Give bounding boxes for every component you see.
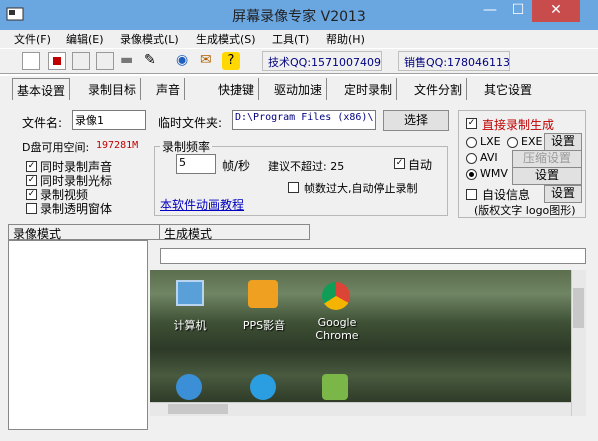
check-record-cursor[interactable]: ✓ [26, 175, 37, 186]
check-auto-label: 自动 [408, 158, 433, 172]
pps-icon[interactable] [248, 280, 278, 308]
minimize-button[interactable]: — [476, 0, 504, 22]
mail-icon[interactable]: ✉ [200, 52, 218, 70]
tab-driver[interactable]: 驱动加速 [270, 78, 328, 100]
qq-sales: 销售QQ:178046113 [404, 56, 511, 69]
compress-settings-button[interactable]: 压缩设置 [512, 150, 582, 168]
radio-exe-label: EXE [521, 135, 543, 148]
copyright-label: (版权文字 logo图形) [474, 204, 576, 217]
tab-sound[interactable]: 声音 [152, 78, 186, 100]
tempdir-input[interactable]: D:\Program Files (x86)\ [232, 110, 376, 130]
tempdir-label: 临时文件夹: [158, 116, 223, 130]
progress-track [160, 248, 586, 264]
menu-file[interactable]: 文件(F) [14, 31, 51, 47]
tutorial-link[interactable]: 本软件动画教程 [160, 196, 244, 213]
maximize-button[interactable]: ☐ [504, 0, 532, 22]
computer-icon[interactable] [176, 280, 204, 306]
chrome-icon-label: Google Chrome [315, 316, 359, 342]
radio-avi-label: AVI [480, 151, 498, 164]
computer-icon-label: 计算机 [173, 319, 207, 332]
settings-button-exe[interactable]: 设置 [544, 133, 582, 151]
settings-button-info[interactable]: 设置 [544, 185, 582, 203]
menu-record-mode[interactable]: 录像模式(L) [120, 31, 179, 47]
check-direct-record[interactable]: ✓ [466, 118, 477, 129]
radio-wmv-label: WMV [480, 167, 508, 180]
direct-record-label: 直接录制生成 [482, 118, 555, 132]
check-record-video[interactable]: ✓ [26, 189, 37, 200]
globe-icon[interactable]: ◉ [176, 52, 194, 70]
app-icon-android[interactable] [322, 374, 348, 400]
chrome-icon[interactable] [322, 282, 350, 310]
check-auto-stop[interactable] [288, 182, 299, 193]
tab-hotkey[interactable]: 快捷键 [214, 78, 260, 100]
help-icon[interactable]: ? [222, 52, 240, 70]
qq-tech: 技术QQ:1571007409 [268, 56, 382, 69]
radio-lxe[interactable] [466, 137, 477, 148]
radio-lxe-label: LXE [480, 135, 501, 148]
filename-input[interactable]: 录像1 [72, 110, 146, 130]
vertical-scrollbar-thumb[interactable] [573, 288, 584, 328]
check-custom-info[interactable] [466, 189, 477, 200]
pen-icon[interactable]: ✎ [144, 52, 162, 70]
menu-generate-mode[interactable]: 生成模式(S) [196, 31, 256, 47]
check-record-transparent[interactable] [26, 203, 37, 214]
check-record-sound[interactable]: ✓ [26, 161, 37, 172]
frequency-group-title: 录制频率 [160, 138, 213, 155]
suggest-label: 建议不超过: 25 [268, 160, 345, 173]
menu-edit[interactable]: 编辑(E) [66, 31, 104, 47]
radio-exe[interactable] [507, 137, 518, 148]
camera-icon[interactable]: ▬ [120, 52, 138, 70]
app-icon-cloud[interactable] [250, 374, 276, 400]
recording-list[interactable] [8, 240, 148, 430]
tab-basic[interactable]: 基本设置 [12, 78, 71, 100]
radio-wmv[interactable] [466, 169, 477, 180]
close-button[interactable]: ✕ [532, 0, 580, 22]
fps-unit: 帧/秒 [222, 159, 251, 173]
tab-other[interactable]: 其它设置 [480, 78, 536, 100]
tab-record-mode[interactable]: 录像模式 [8, 224, 160, 241]
tab-split[interactable]: 文件分割 [410, 78, 468, 100]
horizontal-scrollbar-thumb[interactable] [168, 404, 228, 414]
pause-icon[interactable] [72, 52, 90, 70]
tab-target[interactable]: 录制目标 [84, 78, 142, 100]
custom-info-label: 自设信息 [482, 188, 531, 202]
app-icon-blue[interactable] [176, 374, 202, 400]
filename-label: 文件名: [22, 116, 63, 130]
check-auto[interactable]: ✓ [394, 158, 405, 169]
choose-folder-button[interactable]: 选择 [383, 110, 449, 131]
check-record-transparent-label: 录制透明窗体 [40, 202, 113, 216]
stop-icon[interactable] [96, 52, 114, 70]
disk-free-label: D盘可用空间: [22, 141, 90, 154]
pps-icon-label: PPS影音 [242, 319, 286, 332]
radio-avi[interactable] [466, 153, 477, 164]
tab-generate-mode[interactable]: 生成模式 [160, 224, 310, 241]
record-icon[interactable] [48, 52, 66, 70]
menu-tools[interactable]: 工具(T) [272, 31, 309, 47]
tab-timer[interactable]: 定时录制 [340, 78, 398, 100]
fps-input[interactable]: 5 [176, 154, 216, 174]
new-icon[interactable] [22, 52, 40, 70]
check-auto-stop-label: 帧数过大,自动停止录制 [304, 182, 418, 195]
settings-button-wmv[interactable]: 设置 [512, 167, 582, 185]
menu-help[interactable]: 帮助(H) [326, 31, 365, 47]
disk-free-value: 197281M [96, 140, 139, 151]
